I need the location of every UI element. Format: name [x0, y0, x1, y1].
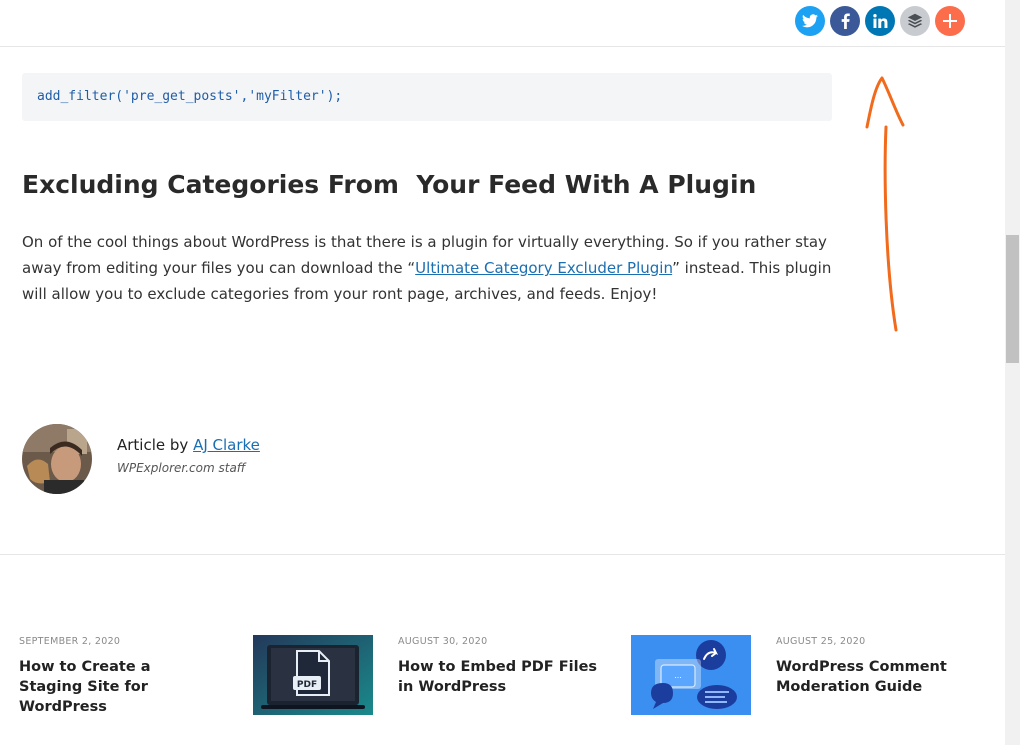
- section-divider: [0, 554, 1005, 555]
- related-post-2-thumbnail[interactable]: PDF: [253, 635, 373, 715]
- author-prefix: Article by: [117, 436, 194, 454]
- comment-bubbles-icon: ...: [631, 635, 751, 715]
- related-post-title[interactable]: How to Embed PDF Files in WordPress: [398, 657, 603, 697]
- more-share-button[interactable]: [935, 6, 965, 36]
- facebook-share-button[interactable]: [830, 6, 860, 36]
- author-byline: Article by AJ Clarke: [117, 436, 260, 454]
- buffer-share-button[interactable]: [900, 6, 930, 36]
- facebook-icon: [841, 13, 850, 29]
- author-role: WPExplorer.com staff: [117, 461, 246, 475]
- code-block: add_filter('pre_get_posts','myFilter');: [22, 73, 832, 121]
- author-avatar[interactable]: [22, 424, 92, 494]
- linkedin-share-button[interactable]: [865, 6, 895, 36]
- avatar-photo: [22, 424, 92, 494]
- section-heading: Excluding Categories From Your Feed With…: [22, 170, 757, 199]
- scrollbar-thumb[interactable]: [1006, 235, 1019, 363]
- related-post-3-thumbnail[interactable]: ...: [631, 635, 751, 715]
- related-post-date: AUGUST 25, 2020: [776, 636, 866, 647]
- share-bar: [0, 0, 1005, 47]
- twitter-icon: [802, 14, 818, 28]
- related-post-date: SEPTEMBER 2, 2020: [19, 636, 121, 647]
- bubble-dots: ...: [674, 671, 682, 680]
- related-post-date: AUGUST 30, 2020: [398, 636, 488, 647]
- plus-icon: [943, 14, 957, 28]
- pdf-file-icon: PDF: [253, 635, 373, 715]
- scrollbar-track[interactable]: [1005, 0, 1020, 745]
- layers-icon: [907, 13, 923, 28]
- plugin-link[interactable]: Ultimate Category Excluder Plugin: [415, 259, 672, 277]
- code-line: add_filter('pre_get_posts','myFilter');: [37, 89, 343, 104]
- linkedin-icon: [872, 14, 887, 28]
- article-paragraph: On of the cool things about WordPress is…: [22, 229, 832, 307]
- author-name-link[interactable]: AJ Clarke: [193, 436, 260, 454]
- twitter-share-button[interactable]: [795, 6, 825, 36]
- related-post-title[interactable]: How to Create a Staging Site for WordPre…: [19, 657, 209, 717]
- pdf-label: PDF: [297, 680, 317, 690]
- related-post-title[interactable]: WordPress Comment Moderation Guide: [776, 657, 976, 697]
- annotation-arrow-icon: [865, 76, 905, 332]
